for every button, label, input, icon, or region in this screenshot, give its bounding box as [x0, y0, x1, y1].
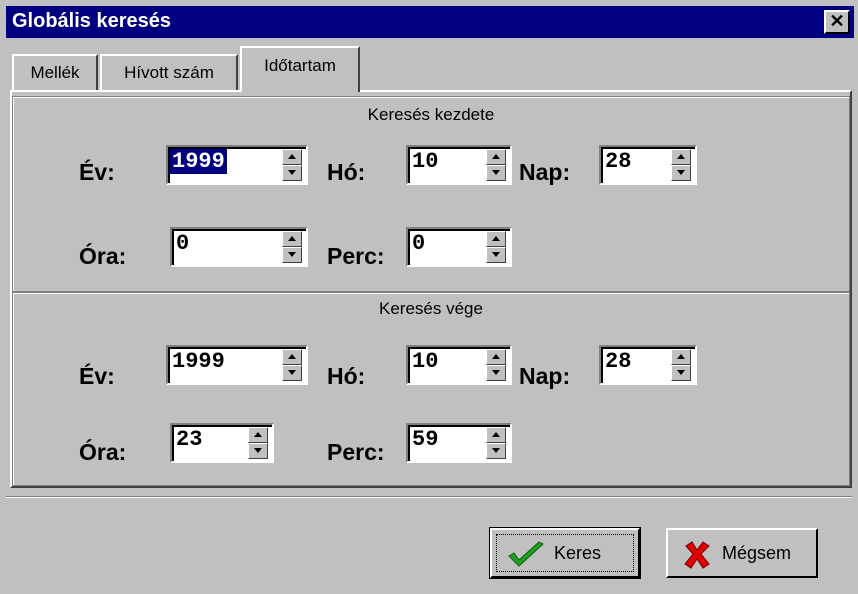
spin-up-button[interactable] — [282, 231, 302, 247]
tab-idotartam[interactable]: Időtartam — [240, 46, 360, 92]
spin-down-button[interactable] — [282, 365, 302, 381]
spin-down-button[interactable] — [282, 247, 302, 263]
start-minute-value[interactable]: 0 — [412, 231, 425, 256]
group-title: Keresés kezdete — [367, 105, 495, 124]
tab-label: Időtartam — [264, 56, 336, 75]
end-month-spinner[interactable]: 10 — [406, 345, 512, 385]
footer-divider — [6, 496, 852, 498]
tab-label: Mellék — [30, 63, 80, 82]
minute-label: Perc: — [327, 243, 385, 269]
search-label: Keres — [554, 543, 602, 563]
dialog-window: Globális keresés ✕ Mellék Hívott szám Id… — [0, 0, 858, 594]
start-month-spinner[interactable]: 10 — [406, 145, 512, 185]
spin-up-button[interactable] — [486, 231, 506, 247]
end-day-spinner[interactable]: 28 — [599, 345, 697, 385]
hour-label: Óra: — [79, 243, 127, 269]
spin-up-button[interactable] — [282, 349, 302, 365]
end-hour-value[interactable]: 23 — [176, 427, 202, 452]
tab-mellek[interactable]: Mellék — [12, 54, 98, 90]
spin-down-button[interactable] — [486, 165, 506, 181]
cancel-label: Mégsem — [722, 543, 792, 563]
month-label: Hó: — [327, 159, 366, 185]
title-bar[interactable]: Globális keresés ✕ — [6, 6, 854, 38]
tab-label: Hívott szám — [124, 63, 214, 82]
end-year-value[interactable]: 1999 — [172, 349, 225, 374]
start-year-value[interactable]: 1999 — [170, 149, 227, 174]
year-label: Év: — [79, 159, 115, 185]
day-label: Nap: — [519, 159, 571, 185]
start-day-value[interactable]: 28 — [605, 149, 631, 174]
end-year-spinner[interactable]: 1999 — [166, 345, 308, 385]
tab-hivott-szam[interactable]: Hívott szám — [100, 54, 238, 90]
end-minute-spinner[interactable]: 59 — [406, 423, 512, 463]
spin-down-button[interactable] — [248, 443, 268, 459]
end-hour-spinner[interactable]: 23 — [170, 423, 274, 463]
minute-label: Perc: — [327, 439, 385, 465]
end-minute-value[interactable]: 59 — [412, 427, 438, 452]
spin-up-button[interactable] — [486, 349, 506, 365]
end-day-value[interactable]: 28 — [605, 349, 631, 374]
start-year-spinner[interactable]: 1999 — [166, 145, 308, 185]
cancel-button[interactable]: Mégsem — [666, 528, 818, 578]
start-hour-value[interactable]: 0 — [176, 231, 189, 256]
close-button[interactable]: ✕ — [824, 10, 850, 34]
spin-up-button[interactable] — [248, 427, 268, 443]
spin-down-button[interactable] — [671, 165, 691, 181]
group-title: Keresés vége — [379, 299, 483, 318]
start-day-spinner[interactable]: 28 — [599, 145, 697, 185]
spin-up-button[interactable] — [671, 349, 691, 365]
spin-up-button[interactable] — [486, 427, 506, 443]
spin-down-button[interactable] — [486, 443, 506, 459]
spin-up-button[interactable] — [486, 149, 506, 165]
search-end-group: Keresés vége Év: 1999 Hó: 10 Nap: 28 Óra… — [12, 292, 850, 486]
spin-up-button[interactable] — [282, 149, 302, 165]
search-button[interactable]: Keres — [489, 527, 641, 579]
search-start-group: Keresés kezdete Év: 1999 Hó: 10 Nap: 28 … — [12, 96, 850, 292]
month-label: Hó: — [327, 363, 366, 389]
spin-up-button[interactable] — [671, 149, 691, 165]
start-month-value[interactable]: 10 — [412, 149, 438, 174]
close-icon: ✕ — [829, 11, 845, 31]
red-x-icon — [684, 541, 710, 569]
hour-label: Óra: — [79, 439, 127, 465]
spin-down-button[interactable] — [486, 247, 506, 263]
day-label: Nap: — [519, 363, 571, 389]
spin-down-button[interactable] — [671, 365, 691, 381]
window-title: Globális keresés — [12, 10, 171, 32]
start-hour-spinner[interactable]: 0 — [170, 227, 308, 267]
spin-down-button[interactable] — [282, 165, 302, 181]
end-month-value[interactable]: 10 — [412, 349, 438, 374]
start-minute-spinner[interactable]: 0 — [406, 227, 512, 267]
spin-down-button[interactable] — [486, 365, 506, 381]
year-label: Év: — [79, 363, 115, 389]
checkmark-icon — [508, 541, 544, 567]
